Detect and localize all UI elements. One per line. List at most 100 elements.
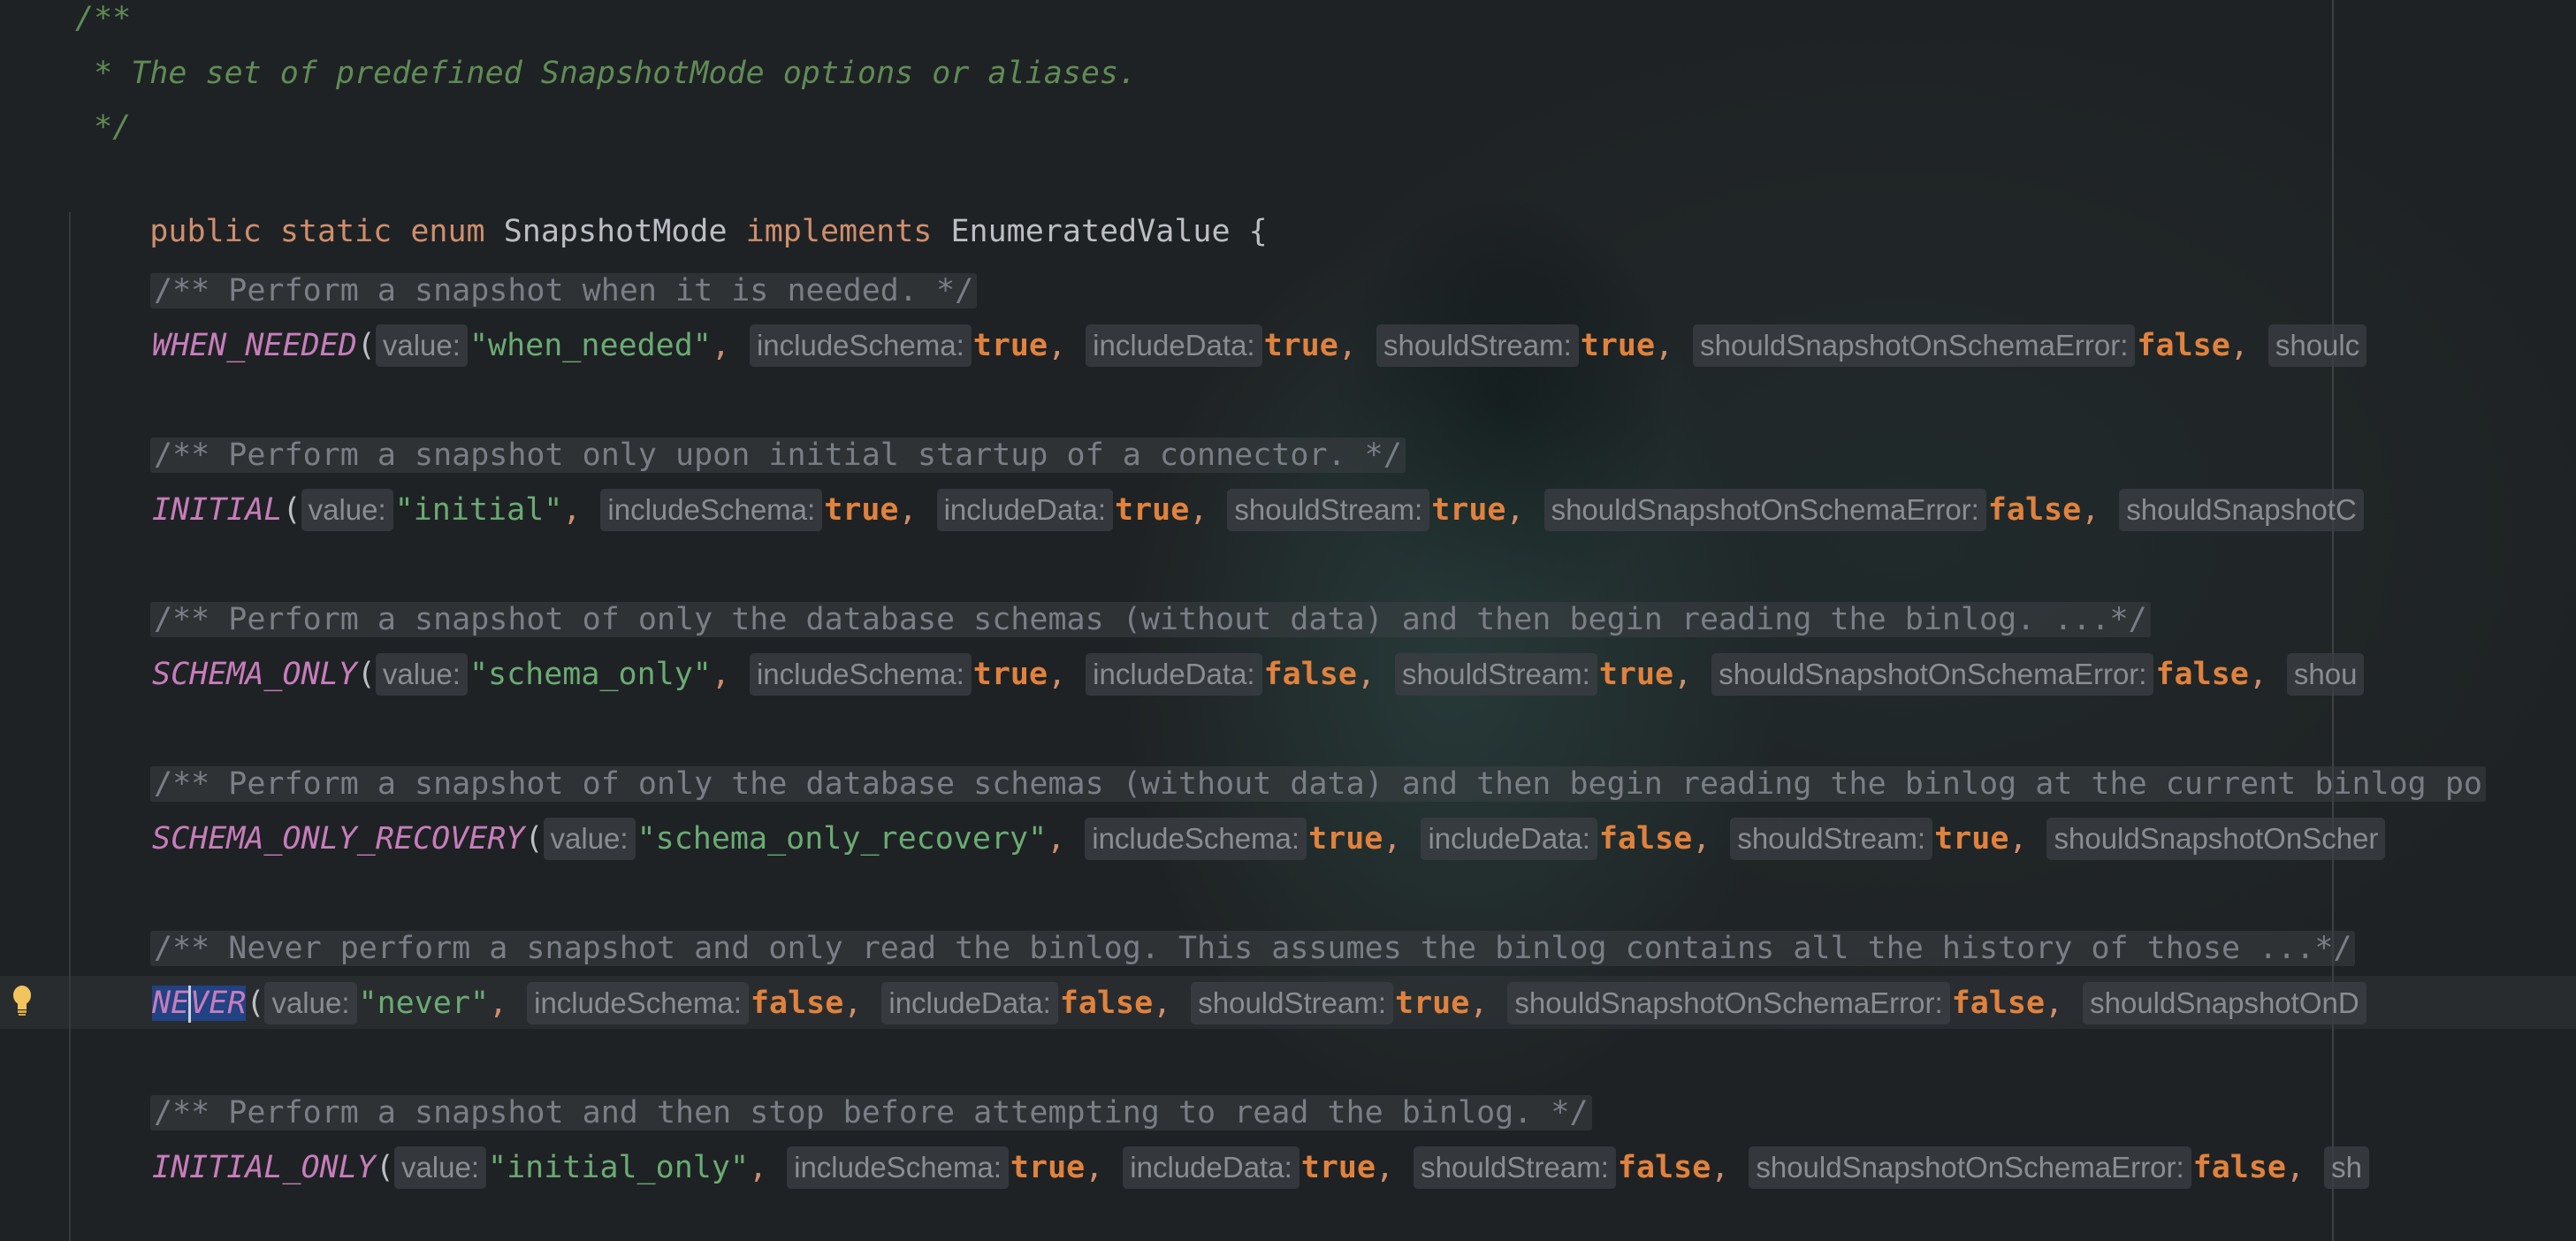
enum-constant[interactable]: INITIAL_ONLY bbox=[152, 1150, 376, 1185]
comma: , bbox=[1048, 328, 1067, 363]
arg-includeSchema: true bbox=[824, 492, 899, 528]
arg-shouldStream: true bbox=[1598, 657, 1674, 692]
enum-constant-line[interactable]: WHEN_NEEDED(value: "when_needed", includeS… bbox=[152, 321, 2368, 370]
param-hint-value: value: bbox=[264, 982, 357, 1024]
comma: , bbox=[843, 986, 863, 1021]
open-paren: ( bbox=[356, 657, 376, 692]
param-hint-includeData: includeData: bbox=[1421, 818, 1597, 860]
param-hint-shouldStream: shouldStream: bbox=[1191, 982, 1394, 1024]
param-hint-value: value: bbox=[375, 324, 468, 367]
selected-enum-constant[interactable]: NEVER bbox=[152, 986, 247, 1023]
param-hint-shouldStream: shouldStream: bbox=[1730, 818, 1933, 860]
enum-constant-line[interactable]: INITIAL(value: "initial", includeSchema: tr… bbox=[152, 485, 2366, 535]
comma: , bbox=[1711, 1150, 1730, 1185]
enum-name[interactable]: SnapshotMode bbox=[504, 214, 728, 249]
param-hint-shouldStream: shouldStream: bbox=[1414, 1146, 1616, 1189]
arg-shouldSnapshotOnSchemaError: false bbox=[2155, 657, 2249, 692]
arg-shouldSnapshotOnSchemaError: false bbox=[2137, 328, 2230, 363]
enum-constant[interactable]: SCHEMA_ONLY_RECOVERY bbox=[152, 821, 524, 857]
selection-text-before-caret: NE bbox=[152, 986, 190, 1021]
enum-constant[interactable]: WHEN_NEEDED bbox=[152, 328, 357, 363]
comma: , bbox=[2248, 657, 2267, 692]
param-hint-truncated: shou bbox=[2286, 653, 2365, 696]
param-hint-includeSchema: includeSchema: bbox=[600, 489, 823, 531]
arg-shouldSnapshotOnSchemaError: false bbox=[2192, 1150, 2286, 1185]
comma: , bbox=[562, 492, 582, 528]
arg-value: "never" bbox=[358, 986, 490, 1021]
param-hint-includeData: includeData: bbox=[881, 982, 1058, 1024]
enum-constant-line[interactable]: NEVER(value: "never", includeSchema: false,… bbox=[152, 978, 2368, 1028]
comma: , bbox=[2229, 328, 2249, 363]
doc-comment-open: /** bbox=[75, 1, 132, 36]
comma: , bbox=[1189, 492, 1208, 528]
param-hint-truncated: sh bbox=[2324, 1146, 2369, 1189]
entry-comment: /** Perform a snapshot when it is needed… bbox=[150, 266, 978, 316]
enum-constant-line[interactable]: SCHEMA_ONLY_RECOVERY(value: "schema_only_… bbox=[152, 814, 2387, 864]
entry-comment: /** Perform a snapshot and then stop bef… bbox=[150, 1088, 1592, 1138]
comma: , bbox=[1338, 328, 1357, 363]
code-editor[interactable]: /** * The set of predefined SnapshotMode… bbox=[0, 0, 2576, 1241]
entry-comment: /** Perform a snapshot only upon initial… bbox=[150, 430, 1406, 480]
param-hint-includeData: includeData: bbox=[1086, 324, 1262, 367]
arg-value: "schema_only_recovery" bbox=[636, 821, 1048, 857]
param-hint-includeSchema: includeSchema: bbox=[787, 1146, 1009, 1189]
param-hint-shouldSnapshotOnSchemaError: shouldSnapshotOnSchemaError: bbox=[1507, 982, 1950, 1024]
arg-includeData: false bbox=[1598, 821, 1693, 857]
param-hint-includeSchema: includeSchema: bbox=[527, 982, 749, 1024]
comma: , bbox=[1376, 1150, 1395, 1185]
comma: , bbox=[2008, 821, 2028, 857]
arg-shouldStream: true bbox=[1395, 986, 1470, 1021]
enum-constant[interactable]: SCHEMA_ONLY bbox=[152, 657, 357, 692]
arg-includeSchema: false bbox=[750, 986, 844, 1021]
comma: , bbox=[898, 492, 918, 528]
selection-text-after-caret: VER bbox=[190, 986, 247, 1021]
param-hint-shouldStream: shouldStream: bbox=[1395, 653, 1597, 696]
comma: , bbox=[1505, 492, 1525, 528]
param-hint-value: value: bbox=[393, 1146, 487, 1189]
comma: , bbox=[1153, 986, 1172, 1021]
doc-comment-close: */ bbox=[75, 110, 132, 145]
entry-comment: /** Perform a snapshot of only the datab… bbox=[150, 595, 2151, 644]
block-comment: /** Perform a snapshot when it is needed… bbox=[150, 273, 978, 308]
arg-value: "schema_only" bbox=[469, 657, 712, 692]
param-hint-shouldStream: shouldStream: bbox=[1227, 489, 1430, 531]
param-hint-value: value: bbox=[301, 489, 393, 531]
param-hint-shouldStream: shouldStream: bbox=[1376, 324, 1579, 367]
entry-comment: /** Perform a snapshot of only the datab… bbox=[150, 759, 2486, 809]
comma: , bbox=[1469, 986, 1489, 1021]
arg-includeSchema: true bbox=[1010, 1150, 1086, 1185]
open-paren: ( bbox=[375, 1150, 394, 1185]
open-paren: ( bbox=[356, 328, 376, 363]
param-hint-shouldSnapshotOnSchemaError: shouldSnapshotOnSchemaError: bbox=[1693, 324, 2136, 367]
enum-declaration[interactable]: public static enum SnapshotMode implemen… bbox=[75, 157, 1267, 249]
comma: , bbox=[2045, 986, 2064, 1021]
open-paren: ( bbox=[246, 986, 265, 1021]
enum-constant-line[interactable]: INITIAL_ONLY(value: "initial_only", includ… bbox=[152, 1143, 2371, 1192]
open-brace: { bbox=[1248, 214, 1268, 249]
comma: , bbox=[711, 328, 730, 363]
comma: , bbox=[749, 1150, 768, 1185]
param-hint-shouldSnapshotOnSchemaError: shouldSnapshotOnSchemaError: bbox=[1749, 1146, 2191, 1189]
comma: , bbox=[711, 657, 730, 692]
arg-value: "when_needed" bbox=[469, 328, 712, 363]
param-hint-includeSchema: includeSchema: bbox=[1085, 818, 1307, 860]
arg-includeData: false bbox=[1263, 657, 1357, 692]
param-hint-truncated: shoulc bbox=[2267, 324, 2367, 367]
arg-includeSchema: true bbox=[972, 657, 1048, 692]
comma: , bbox=[1673, 657, 1693, 692]
entry-comment: /** Never perform a snapshot and only re… bbox=[150, 924, 2356, 973]
param-hint-truncated: shouldSnapshotC bbox=[2119, 489, 2364, 531]
param-hint-shouldSnapshotOnSchemaError: shouldSnapshotOnSchemaError: bbox=[1543, 489, 1986, 531]
arg-includeData: true bbox=[1300, 1150, 1376, 1185]
arg-includeData: false bbox=[1059, 986, 1154, 1021]
lightbulb-icon[interactable] bbox=[11, 983, 34, 1018]
block-comment: /** Perform a snapshot and then stop bef… bbox=[150, 1095, 1592, 1131]
param-hint-shouldSnapshotOnSchemaError: shouldSnapshotOnSchemaError: bbox=[1711, 653, 2154, 696]
keyword-enum: enum bbox=[410, 214, 485, 249]
enum-constant-line[interactable]: SCHEMA_ONLY(value: "schema_only", includeS… bbox=[152, 650, 2366, 699]
param-hint-truncated: shouldSnapshotOnScher bbox=[2046, 818, 2386, 860]
comma: , bbox=[1655, 328, 1674, 363]
enum-constant[interactable]: INITIAL bbox=[152, 492, 283, 528]
block-comment: /** Never perform a snapshot and only re… bbox=[150, 931, 2356, 966]
interface-name[interactable]: EnumeratedValue bbox=[950, 214, 1230, 249]
